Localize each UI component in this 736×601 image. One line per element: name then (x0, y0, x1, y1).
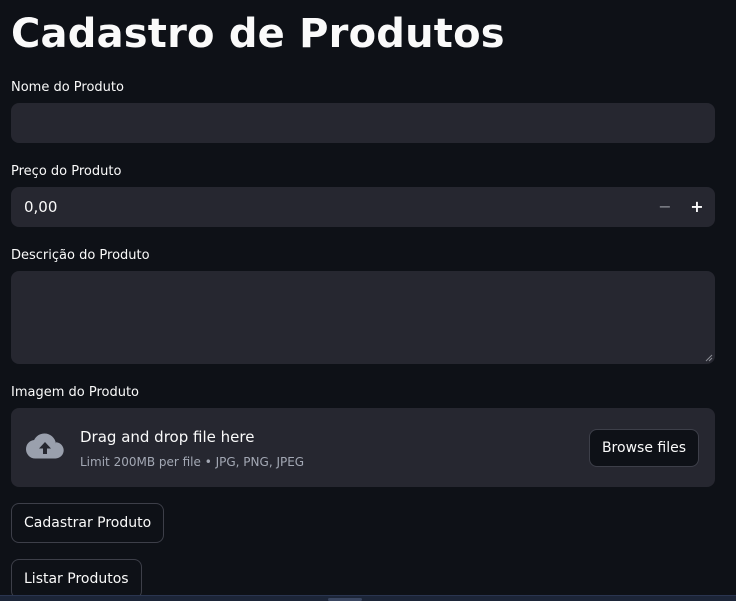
name-label: Nome do Produto (11, 80, 124, 95)
price-value[interactable]: 0,00 (24, 198, 57, 216)
product-name-input[interactable] (11, 103, 715, 143)
browse-files-button[interactable]: Browse files (588, 429, 699, 467)
file-dropzone[interactable]: Drag and drop file here Limit 200MB per … (11, 408, 715, 487)
product-price-input[interactable]: 0,00 − + (11, 187, 715, 227)
resize-grip-icon[interactable] (705, 354, 713, 362)
cloud-upload-icon (26, 433, 64, 459)
dropzone-limit-text: Limit 200MB per file • JPG, PNG, JPEG (80, 455, 305, 469)
image-label: Imagem do Produto (11, 385, 140, 400)
list-products-button[interactable]: Listar Produtos (11, 559, 142, 599)
product-description-textarea[interactable] (11, 271, 715, 364)
app-page: Cadastro de Produtos Nome do Produto Pre… (0, 0, 736, 601)
description-label: Descrição do Produto (11, 248, 150, 263)
bottom-bar (0, 595, 736, 601)
dropzone-instruction: Drag and drop file here (80, 428, 255, 446)
price-label: Preço do Produto (11, 164, 122, 179)
register-product-button[interactable]: Cadastrar Produto (11, 503, 165, 543)
increment-button[interactable]: + (681, 191, 713, 223)
decrement-button[interactable]: − (649, 191, 681, 223)
page-title: Cadastro de Produtos (11, 11, 505, 57)
